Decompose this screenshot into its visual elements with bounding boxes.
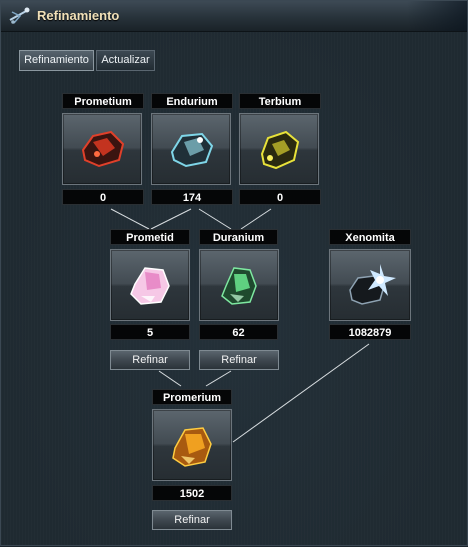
- duranium-card[interactable]: [199, 249, 279, 321]
- refine-promerium-button[interactable]: Refinar: [152, 510, 232, 530]
- refine-prometid-button[interactable]: Refinar: [110, 350, 190, 370]
- title-bar-decoration: [407, 1, 467, 31]
- refining-window: Refinamiento Refinamiento Actualizar Pro…: [0, 0, 468, 546]
- terbium-name: Terbium: [239, 93, 321, 109]
- xenomita-ore-icon: [349, 264, 396, 305]
- prometid-card[interactable]: [110, 249, 190, 321]
- prometium-amount: 0: [62, 189, 144, 205]
- duranium-name: Duranium: [199, 229, 278, 245]
- promerium-crystal-icon: [172, 427, 212, 467]
- promerium-card[interactable]: [152, 409, 232, 481]
- endurium-card[interactable]: [151, 113, 231, 185]
- title-bar[interactable]: Refinamiento: [1, 1, 467, 32]
- prometid-name: Prometid: [110, 229, 190, 245]
- endurium-amount: 174: [151, 189, 233, 205]
- tab-actualizar[interactable]: Actualizar: [96, 50, 155, 71]
- prometium-ore-icon: [81, 130, 125, 168]
- tab-refinamiento[interactable]: Refinamiento: [19, 50, 94, 71]
- xenomita-name: Xenomita: [329, 229, 411, 245]
- endurium-name: Endurium: [151, 93, 233, 109]
- terbium-card[interactable]: [239, 113, 319, 185]
- prometid-amount: 5: [110, 324, 190, 340]
- prometid-crystal-icon: [130, 267, 170, 305]
- promerium-name: Promerium: [152, 389, 232, 405]
- duranium-amount: 62: [199, 324, 278, 340]
- prometium-card[interactable]: [62, 113, 142, 185]
- xenomita-amount: 1082879: [329, 324, 411, 340]
- duranium-crystal-icon: [221, 267, 257, 305]
- window-title: Refinamiento: [37, 8, 120, 23]
- refinery-icon: [9, 7, 30, 24]
- endurium-ore-icon: [170, 132, 214, 168]
- refine-duranium-button[interactable]: Refinar: [199, 350, 279, 370]
- terbium-amount: 0: [239, 189, 321, 205]
- terbium-ore-icon: [260, 130, 300, 170]
- promerium-amount: 1502: [152, 485, 232, 501]
- prometium-name: Prometium: [62, 93, 144, 109]
- xenomita-card[interactable]: [329, 249, 411, 321]
